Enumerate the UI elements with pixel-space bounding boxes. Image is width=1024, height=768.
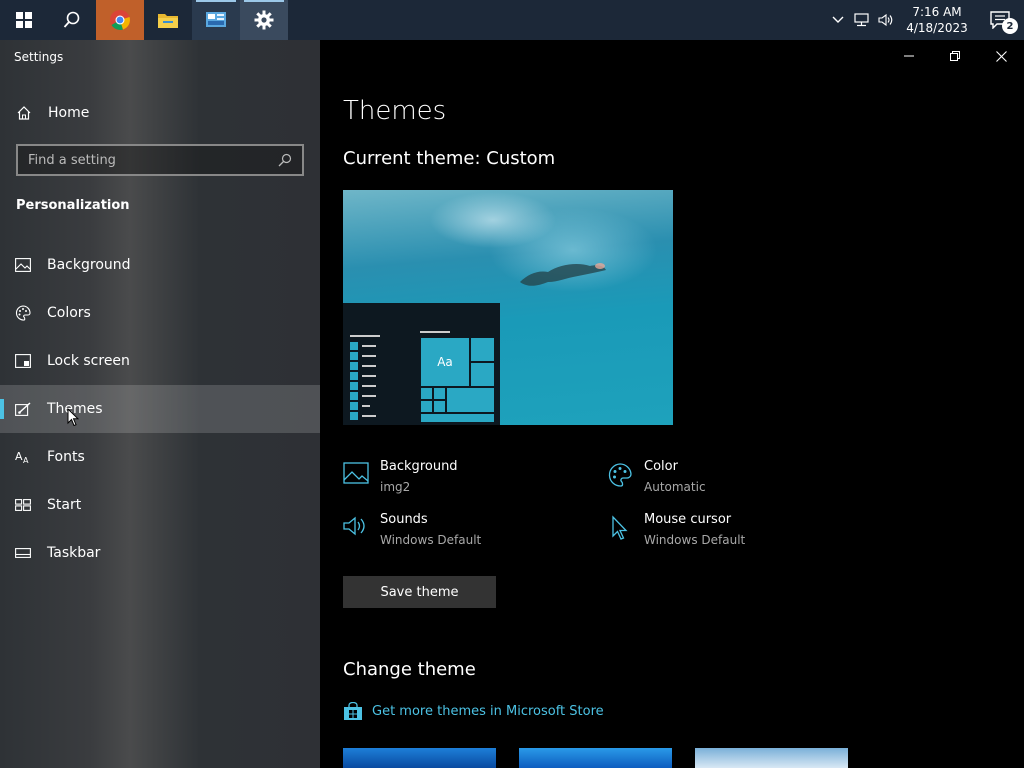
sidebar-item-label: Taskbar	[47, 545, 101, 561]
page-title: Themes	[343, 96, 447, 126]
microsoft-store-link[interactable]: Get more themes in Microsoft Store	[343, 702, 604, 721]
store-link-text: Get more themes in Microsoft Store	[372, 704, 604, 719]
chrome-icon	[110, 10, 130, 30]
restore-icon	[950, 51, 960, 61]
home-icon	[0, 105, 48, 121]
network-button[interactable]	[850, 0, 874, 40]
sidebar-item-taskbar[interactable]: Taskbar	[0, 529, 320, 577]
folder-icon	[158, 14, 178, 28]
taskbar-search-button[interactable]	[48, 0, 96, 40]
start-button[interactable]	[0, 0, 48, 40]
taskbar-control-panel-button[interactable]	[192, 0, 240, 40]
background-property-name: Background	[380, 459, 458, 474]
svg-text:A: A	[23, 456, 29, 464]
sounds-property[interactable]: Sounds Windows Default	[343, 511, 593, 555]
fonts-icon: AA	[0, 450, 47, 464]
mouse-cursor-property-value: Windows Default	[644, 533, 746, 547]
sidebar-item-label: Lock screen	[47, 353, 130, 369]
action-center-button[interactable]: 2	[976, 0, 1024, 40]
network-icon	[854, 13, 869, 27]
preview-tile-text: Aa	[420, 337, 470, 387]
taskbar: 7:16 AM 4/18/2023 2	[0, 0, 1024, 40]
preview-app-list	[350, 331, 380, 421]
search-input[interactable]	[28, 152, 278, 168]
sidebar-item-home[interactable]: Home	[0, 96, 320, 130]
sidebar-item-themes[interactable]: Themes	[0, 385, 320, 433]
show-hidden-icons-button[interactable]	[826, 0, 850, 40]
mouse-cursor-icon	[67, 408, 79, 427]
sidebar-item-lock-screen[interactable]: Lock screen	[0, 337, 320, 385]
taskbar-file-explorer-button[interactable]	[144, 0, 192, 40]
windows-logo-icon	[16, 12, 32, 28]
lock-screen-icon	[0, 354, 47, 368]
sidebar-item-start[interactable]: Start	[0, 481, 320, 529]
background-property-value: img2	[380, 480, 411, 494]
theme-thumbnail-windows[interactable]	[343, 748, 496, 768]
sidebar-item-label: Start	[47, 497, 82, 513]
theme-preview: Aa	[343, 190, 673, 425]
clock-date: 4/18/2023	[906, 21, 968, 35]
gear-icon	[254, 10, 274, 30]
color-property-name: Color	[644, 459, 678, 474]
svg-text:A: A	[15, 450, 23, 463]
themes-icon	[0, 402, 47, 416]
themes-page: Themes Current theme: Custom Aa Backgrou…	[320, 40, 1024, 768]
taskbar-settings-button[interactable]	[240, 0, 288, 40]
sidebar-item-label: Background	[47, 257, 131, 273]
sidebar-item-colors[interactable]: Colors	[0, 289, 320, 337]
start-icon	[0, 499, 47, 511]
notification-badge: 2	[1002, 18, 1018, 34]
sounds-property-name: Sounds	[380, 512, 428, 527]
close-icon	[995, 50, 1007, 62]
restore-button[interactable]	[932, 40, 978, 72]
taskbar-clock[interactable]: 7:16 AM 4/18/2023	[898, 4, 976, 36]
picture-icon	[0, 258, 47, 272]
speaker-icon	[878, 13, 893, 27]
mouse-cursor-property-name: Mouse cursor	[644, 512, 732, 527]
picture-icon	[343, 458, 380, 502]
search-icon	[278, 153, 292, 167]
preview-start-panel: Aa	[343, 303, 500, 425]
sounds-property-value: Windows Default	[380, 533, 482, 547]
speaker-icon	[343, 511, 380, 555]
personalization-nav: Background Colors Lock screen Themes AA …	[0, 241, 320, 577]
sidebar-item-label: Colors	[47, 305, 91, 321]
color-property-value: Automatic	[644, 480, 706, 494]
search-icon	[63, 11, 80, 28]
change-theme-heading: Change theme	[343, 659, 476, 680]
palette-icon	[0, 305, 47, 321]
minimize-button[interactable]	[886, 40, 932, 72]
settings-search[interactable]	[16, 144, 304, 176]
minimize-icon	[904, 55, 914, 57]
volume-button[interactable]	[874, 0, 898, 40]
taskbar-icon	[0, 548, 47, 558]
taskbar-chrome-button[interactable]	[96, 0, 144, 40]
pointer-icon	[607, 511, 644, 555]
control-panel-icon	[206, 12, 226, 27]
theme-thumbnail-flowers[interactable]	[695, 748, 848, 768]
section-heading: Personalization	[16, 198, 130, 213]
close-button[interactable]	[978, 40, 1024, 72]
mouse-cursor-property[interactable]: Mouse cursor Windows Default	[607, 511, 857, 555]
color-property[interactable]: Color Automatic	[607, 458, 857, 502]
palette-icon	[607, 458, 644, 502]
clock-time: 7:16 AM	[912, 5, 962, 19]
current-theme-heading: Current theme: Custom	[343, 148, 556, 169]
app-title: Settings	[14, 50, 64, 64]
settings-sidebar: Settings Home Personalization Background…	[0, 40, 320, 768]
save-theme-button[interactable]: Save theme	[343, 576, 496, 608]
sidebar-item-label: Fonts	[47, 449, 85, 465]
home-label: Home	[48, 105, 90, 121]
chevron-up-icon	[832, 16, 844, 23]
diver-image	[520, 263, 606, 286]
store-bag-icon	[344, 702, 362, 720]
theme-thumbnail-windows-10[interactable]	[519, 748, 672, 768]
sidebar-item-background[interactable]: Background	[0, 241, 320, 289]
system-tray: 7:16 AM 4/18/2023 2	[826, 0, 1024, 40]
background-property[interactable]: Background img2	[343, 458, 593, 502]
sidebar-item-fonts[interactable]: AA Fonts	[0, 433, 320, 481]
